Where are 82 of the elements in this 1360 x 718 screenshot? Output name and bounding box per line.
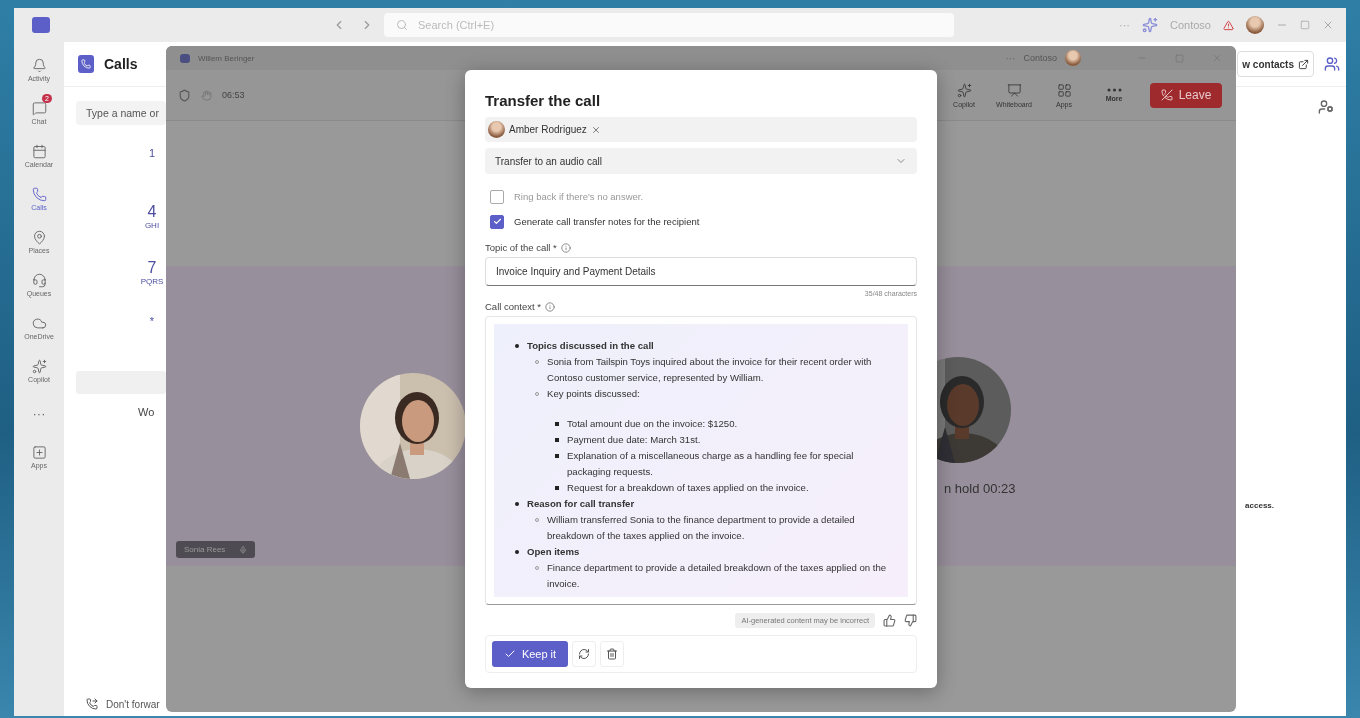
sparkle-icon <box>956 82 972 98</box>
sparkle-icon[interactable] <box>1142 17 1158 33</box>
note-text: Finance department to provide a detailed breakdown of the taxes applied on the invoice. <box>547 561 888 591</box>
hang-up-icon <box>1160 89 1173 101</box>
trash-icon <box>606 648 618 660</box>
note-text: William transferred Sonia to the finance department to provide a detailed breakdown of the taxes applied on the invoice. <box>547 513 856 543</box>
page-title: Calls <box>104 56 138 72</box>
hand-icon <box>201 89 212 101</box>
headset-icon <box>31 272 47 288</box>
recipient-avatar <box>488 121 505 138</box>
chat-icon <box>31 100 47 116</box>
cloud-icon <box>31 315 47 331</box>
section-heading: Reason for call transfer <box>527 497 635 511</box>
context-field[interactable] <box>485 316 917 605</box>
topic-field[interactable]: Invoice Inquiry and Payment Details <box>485 257 917 286</box>
app-logo-icon <box>180 53 190 63</box>
app-logo-icon <box>32 17 50 33</box>
regenerate-button[interactable] <box>572 641 596 667</box>
keep-button[interactable]: Keep it <box>492 641 568 667</box>
section-heading: Topics discussed in the call <box>527 339 654 353</box>
call-timer: 06:53 <box>222 90 245 100</box>
user-avatar[interactable] <box>1065 50 1081 66</box>
mic-icon <box>239 545 248 554</box>
section-heading: Open items <box>527 545 580 559</box>
checkbox[interactable] <box>490 214 504 229</box>
forward-setting[interactable]: Don't forwar <box>106 698 160 710</box>
note-text: Sonia from Tailspin Toys inquired about the invoice for their recent order with Contoso customer service, represented by William. <box>547 355 873 385</box>
sparkle-icon <box>31 358 47 374</box>
pin-icon <box>31 229 47 245</box>
warning-icon <box>1223 19 1234 31</box>
grid-icon <box>1056 82 1072 98</box>
search-icon <box>396 19 408 31</box>
name-tag: Sonia Rees <box>176 541 256 558</box>
calendar-icon <box>31 143 47 159</box>
check-icon <box>492 217 502 226</box>
info-icon[interactable] <box>545 301 555 312</box>
note-text: Key points discussed: <box>547 387 640 401</box>
hold-status: n hold 00:23 <box>944 480 1016 496</box>
field-label: Call context * <box>485 301 541 312</box>
dial-field[interactable]: Type a name or <box>76 101 166 125</box>
list-text: Wo <box>138 406 156 418</box>
external-link-icon <box>1298 58 1309 70</box>
dial-key[interactable]: 7 PQRS <box>140 259 164 295</box>
phone-icon <box>78 55 94 73</box>
thumbs-up-icon[interactable] <box>883 613 896 627</box>
dial-key[interactable]: 4 GHI <box>144 203 160 239</box>
check-icon <box>503 648 516 660</box>
thumbs-down-icon[interactable] <box>904 613 917 627</box>
remove-icon[interactable] <box>590 124 601 135</box>
option-label: Generate call transfer notes for the recipient <box>514 216 700 227</box>
plus-square-icon <box>31 444 47 460</box>
close-icon[interactable] <box>1322 19 1334 31</box>
note-text: Explanation of a miscellaneous charge as a handling fee for special packaging requests. <box>567 449 855 479</box>
phone-icon <box>31 186 47 202</box>
refresh-icon <box>578 648 590 660</box>
bell-icon <box>31 57 47 73</box>
person-settings-icon[interactable] <box>1318 99 1334 115</box>
people-icon[interactable] <box>1324 56 1340 72</box>
dial-key[interactable]: 1 <box>148 147 156 183</box>
shield-icon <box>178 88 191 102</box>
notice-text: access. <box>1245 501 1274 510</box>
note-text: Total amount due on the invoice: $1250. <box>567 417 738 431</box>
rail-item[interactable]: ··· <box>16 392 62 435</box>
info-icon[interactable] <box>560 242 571 253</box>
forward-icon <box>86 698 98 710</box>
recipient-field[interactable]: Amber Rodriguez <box>485 117 917 142</box>
dialog-title: Transfer the call <box>485 92 602 109</box>
dial-key[interactable]: * <box>149 315 155 351</box>
note-text: Payment due date: March 31st. <box>567 433 701 447</box>
delete-button[interactable] <box>600 641 624 667</box>
org-name: Contoso <box>1170 19 1211 31</box>
user-avatar[interactable] <box>1246 16 1264 34</box>
contacts-button[interactable]: w contacts <box>1237 51 1314 77</box>
option-label: Ring back if there's no answer. <box>514 191 644 202</box>
checkbox[interactable] <box>490 189 504 204</box>
transfer-type-dropdown[interactable]: Transfer to an audio call <box>485 148 917 174</box>
maximize-icon[interactable] <box>1300 20 1310 30</box>
board-icon <box>1006 82 1022 98</box>
leave-button[interactable]: Leave <box>1150 82 1222 108</box>
more-icon <box>1106 88 1122 92</box>
field-label: Topic of the call * <box>485 242 557 253</box>
note-text: Request for a breakdown of taxes applied on the invoice. <box>567 481 809 495</box>
